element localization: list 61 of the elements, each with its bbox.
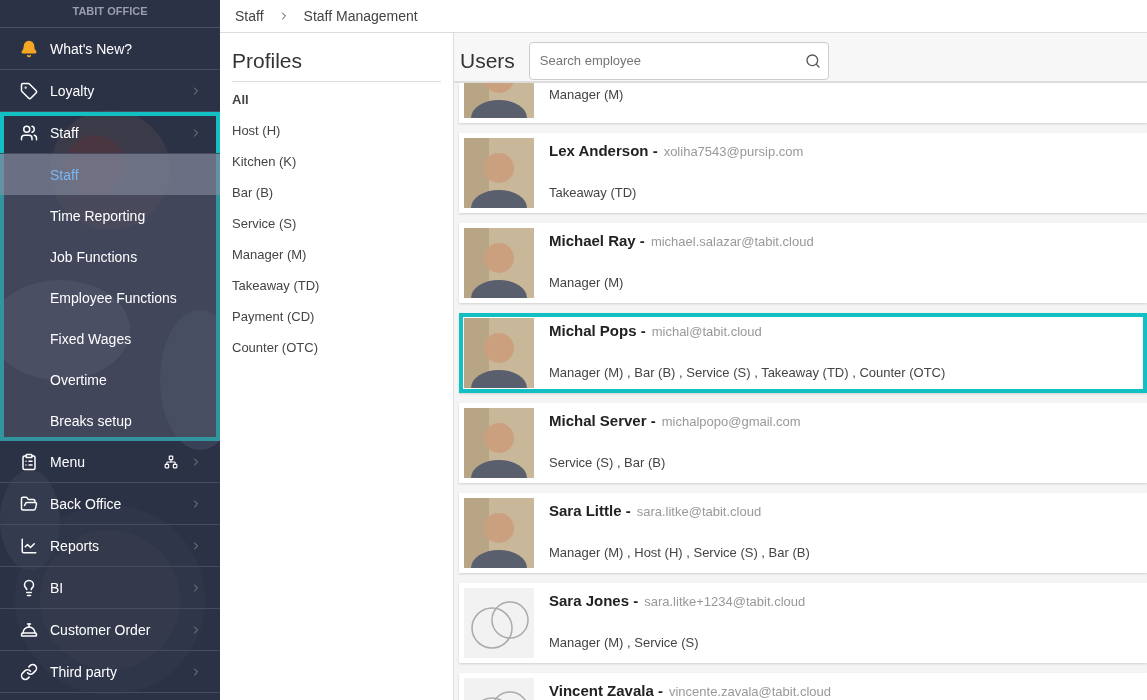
user-email: michael.salazar@tabit.cloud xyxy=(650,234,814,249)
search-icon xyxy=(804,52,821,69)
bell-icon xyxy=(20,39,38,58)
user-card[interactable]: Vincent Zavala - vincente.zavala@tabit.cloud xyxy=(459,673,1147,700)
user-roles: Manager (M) , Host (H) , Service (S) , Bar (B) xyxy=(549,545,810,560)
profile-item[interactable]: Manager (M) xyxy=(232,247,441,278)
users-title: Users xyxy=(460,48,515,73)
user-roles: Manager (M) xyxy=(549,275,625,290)
breadcrumb-link[interactable]: Staff xyxy=(235,8,264,24)
user-card[interactable]: Lex Anderson - xoliha7543@pursip.com Takeaway (TD) xyxy=(459,133,1147,213)
submenu-item[interactable]: Breaks setup xyxy=(0,400,220,441)
user-roles: Manager (M) , Service (S) xyxy=(549,635,700,650)
profile-item[interactable]: Service (S) xyxy=(232,216,441,247)
user-name: Sara Jones - xyxy=(549,592,639,609)
user-card[interactable]: Michal Pops - michal@tabit.cloud Manager (M) , Bar (B) , Service (S) , Takeaway (TD) , Counter (OTC) xyxy=(459,313,1147,393)
profile-item[interactable]: Takeaway (TD) xyxy=(232,278,441,309)
clipboard-icon xyxy=(20,452,38,471)
breadcrumb-link[interactable]: Staff Management xyxy=(303,8,418,24)
user-card[interactable]: Sara Little - sara.litke@tabit.cloud Manager (M) , Host (H) , Service (S) , Bar (B) xyxy=(459,493,1147,573)
user-name: Michal Pops - xyxy=(549,322,646,339)
link-icon xyxy=(20,662,38,681)
submenu-item[interactable]: Overtime xyxy=(0,359,220,400)
submenu-item[interactable]: Fixed Wages xyxy=(0,318,220,359)
user-email: sara.litke@tabit.cloud xyxy=(636,504,762,519)
user-name: Lex Anderson - xyxy=(549,142,658,159)
user-card[interactable]: Michal Server - michalpopo@gmail.com Service (S) , Bar (B) xyxy=(459,403,1147,483)
user-email: xoliha7543@pursip.com xyxy=(663,144,804,159)
user-roles: Service (S) , Bar (B) xyxy=(549,455,667,470)
user-roles: Manager (M) xyxy=(549,87,624,102)
profiles-title: Profiles xyxy=(232,33,441,82)
submenu-item[interactable]: Job Functions xyxy=(0,236,220,277)
user-name: Sara Little - xyxy=(549,502,631,519)
user-card[interactable]: Michael Ray - michael.salazar@tabit.cloud Manager (M) xyxy=(459,223,1147,303)
profile-item[interactable]: All xyxy=(232,92,441,123)
submenu-item[interactable]: Time Reporting xyxy=(0,195,220,236)
user-email: vincente.zavala@tabit.cloud xyxy=(668,684,831,699)
user-email: sara.litke+1234@tabit.cloud xyxy=(644,594,806,609)
cloche-icon xyxy=(20,620,38,639)
tag-icon xyxy=(20,81,38,100)
profile-item[interactable]: Kitchen (K) xyxy=(232,154,441,185)
chart-icon xyxy=(20,536,38,555)
folder-icon xyxy=(20,494,38,513)
submenu-item[interactable]: Employee Functions xyxy=(0,277,220,318)
user-card[interactable]: Sara Jones - sara.litke+1234@tabit.cloud Manager (M) , Service (S) xyxy=(459,583,1147,663)
search-field[interactable]: Search employee xyxy=(528,41,829,80)
profile-item[interactable]: Host (H) xyxy=(232,123,441,154)
user-email: michal@tabit.cloud xyxy=(651,324,762,339)
user-email: michalpopo@gmail.com xyxy=(661,414,801,429)
user-name: Vincent Zavala - xyxy=(549,682,663,699)
sidebar-item[interactable]: Menu xyxy=(0,441,220,483)
sitemap-icon xyxy=(164,454,178,469)
user-name: Michal Server - xyxy=(549,412,656,429)
users-icon xyxy=(20,123,38,142)
user-name: Michael Ray - xyxy=(549,232,645,249)
user-roles: Takeaway (TD) xyxy=(549,185,638,200)
user-card[interactable]: Manager (M) xyxy=(459,83,1147,123)
sidebar-item[interactable]: What's New? xyxy=(0,28,220,70)
profile-item[interactable]: Bar (B) xyxy=(232,185,441,216)
profile-item[interactable]: Counter (OTC) xyxy=(232,340,441,371)
profile-item[interactable]: Payment (CD) xyxy=(232,309,441,340)
user-roles: Manager (M) , Bar (B) , Service (S) , Takeaway (TD) , Counter (OTC) xyxy=(549,365,946,380)
